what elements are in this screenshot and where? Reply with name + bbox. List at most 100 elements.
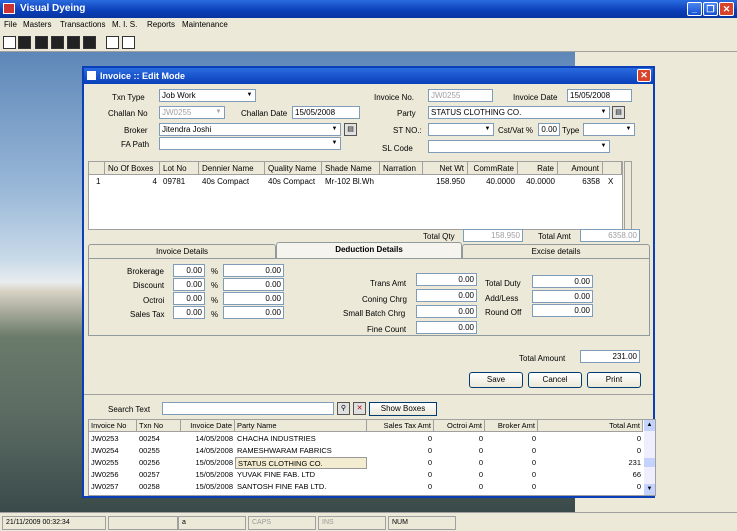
list-cell-txn-no[interactable]: 00257	[137, 469, 181, 481]
list-header[interactable]: Total Amt	[538, 420, 643, 432]
grid-header[interactable]: No Of Boxes	[105, 162, 160, 175]
grid-cell-boxes[interactable]: 4	[105, 176, 160, 188]
discount-amt-field[interactable]: 0.00	[223, 278, 284, 291]
list-cell-txn-no[interactable]: 00258	[137, 481, 181, 493]
invoice-no-field[interactable]: JW0255	[428, 89, 493, 102]
grid-cell-shade[interactable]: Mr-102 Bl.Wh	[322, 176, 380, 188]
list-cell-total-amt[interactable]: 0	[538, 481, 643, 493]
list-cell-invoice-date[interactable]: 14/05/2008	[181, 433, 235, 445]
grid-cell-rate[interactable]: 40.0000	[518, 176, 558, 188]
grid-header[interactable]: Rate	[518, 162, 558, 175]
party-lookup-icon[interactable]: ▤	[612, 106, 625, 119]
list-cell-invoice-date[interactable]: 14/05/2008	[181, 445, 235, 457]
close-button[interactable]: ✕	[719, 2, 734, 16]
trans-amt-field[interactable]: 0.00	[416, 273, 477, 286]
list-cell-octroi-amt[interactable]: 0	[434, 469, 485, 481]
type-select[interactable]: ▼	[583, 123, 635, 136]
list-cell-party-name[interactable]: YUVAK FINE FAB. LTD	[235, 469, 367, 481]
list-cell-invoice-date[interactable]: 15/05/2008	[181, 457, 235, 469]
list-cell-total-amt[interactable]: 231	[538, 457, 643, 469]
list-header[interactable]: Broker Amt	[485, 420, 538, 432]
grid-cell-commrate[interactable]: 40.0000	[468, 176, 518, 188]
list-cell-sales-tax-amt[interactable]: 0	[367, 481, 434, 493]
list-cell-txn-no[interactable]: 00256	[137, 457, 181, 469]
grid-cell-netwt[interactable]: 158.950	[423, 176, 468, 188]
menu-maintenance[interactable]: Maintenance	[182, 20, 228, 29]
list-cell-invoice-no[interactable]: JW0254	[89, 445, 137, 457]
fine-count-field[interactable]: 0.00	[416, 321, 477, 334]
total-duty-field[interactable]: 0.00	[532, 275, 593, 288]
list-header[interactable]: Invoice No	[89, 420, 137, 432]
menu-masters[interactable]: Masters	[23, 20, 51, 29]
grid-cell-lot[interactable]: 09781	[160, 176, 199, 188]
grid-cell-narration[interactable]	[380, 176, 423, 188]
list-cell-invoice-date[interactable]: 15/05/2008	[181, 469, 235, 481]
next-record-icon[interactable]	[67, 36, 80, 49]
list-scrollbar[interactable]: ▲ ▼	[644, 420, 655, 495]
cancel-button[interactable]: Cancel	[528, 372, 582, 388]
invoice-list-grid[interactable]: Invoice No Txn No Invoice Date Party Nam…	[88, 419, 656, 496]
txn-type-select[interactable]: Job Work ▼	[159, 89, 256, 102]
grid-header[interactable]: CommRate	[468, 162, 518, 175]
search-input[interactable]	[162, 402, 334, 415]
challan-no-select[interactable]: JW0255 ▼	[159, 106, 225, 119]
print-icon[interactable]	[106, 36, 119, 49]
list-cell-txn-no[interactable]: 00255	[137, 445, 181, 457]
invoice-date-field[interactable]: 15/05/2008	[567, 89, 632, 102]
octroi-pct-field[interactable]: 0.00	[173, 292, 205, 305]
list-cell-invoice-no[interactable]: JW0256	[89, 469, 137, 481]
list-cell-octroi-amt[interactable]: 0	[434, 481, 485, 493]
coning-field[interactable]: 0.00	[416, 289, 477, 302]
grid-header[interactable]: Dennier Name	[199, 162, 265, 175]
list-cell-broker-amt[interactable]: 0	[485, 445, 538, 457]
octroi-amt-field[interactable]: 0.00	[223, 292, 284, 305]
grid-header[interactable]: Amount	[558, 162, 603, 175]
list-cell-party-name[interactable]: STATUS CLOTHING CO.	[235, 457, 367, 469]
list-cell-sales-tax-amt[interactable]: 0	[367, 469, 434, 481]
menu-file[interactable]: File	[4, 20, 17, 29]
round-off-field[interactable]: 0.00	[532, 304, 593, 317]
list-cell-broker-amt[interactable]: 0	[485, 433, 538, 445]
grid-header[interactable]: Quality Name	[265, 162, 322, 175]
small-batch-field[interactable]: 0.00	[416, 305, 477, 318]
list-cell-sales-tax-amt[interactable]: 0	[367, 433, 434, 445]
list-cell-invoice-no[interactable]: JW0255	[89, 457, 137, 469]
grid-header[interactable]: Narration	[380, 162, 423, 175]
filter-icon[interactable]: ⚲	[337, 402, 350, 415]
brokerage-pct-field[interactable]: 0.00	[173, 264, 205, 277]
minimize-button[interactable]: _	[687, 2, 702, 16]
print-button[interactable]: Print	[587, 372, 641, 388]
report-icon[interactable]	[122, 36, 135, 49]
list-cell-invoice-no[interactable]: JW0253	[89, 433, 137, 445]
sales-tax-pct-field[interactable]: 0.00	[173, 306, 205, 319]
list-cell-broker-amt[interactable]: 0	[485, 469, 538, 481]
clear-filter-icon[interactable]: ✕	[353, 402, 366, 415]
dialog-close-button[interactable]: ✕	[637, 69, 651, 82]
scroll-up-icon[interactable]: ▲	[644, 420, 655, 431]
cst-vat-field[interactable]: 0.00	[538, 123, 560, 136]
menu-mis[interactable]: M. I. S.	[112, 20, 137, 29]
save-button[interactable]: Save	[469, 372, 523, 388]
list-cell-total-amt[interactable]: 66	[538, 469, 643, 481]
list-cell-total-amt[interactable]: 0	[538, 433, 643, 445]
list-cell-invoice-date[interactable]: 15/05/2008	[181, 481, 235, 493]
grid-header[interactable]: Shade Name	[322, 162, 380, 175]
tab-deduction-details[interactable]: Deduction Details	[276, 242, 462, 259]
delete-row-icon[interactable]: X	[605, 176, 617, 188]
st-no-select[interactable]: ▼	[428, 123, 494, 136]
items-scrollbar[interactable]	[624, 161, 632, 230]
list-cell-party-name[interactable]: SANTOSH FINE FAB LTD.	[235, 481, 367, 493]
list-cell-broker-amt[interactable]: 0	[485, 457, 538, 469]
restore-button[interactable]: ❐	[703, 2, 718, 16]
scroll-down-icon[interactable]: ▼	[644, 484, 655, 495]
fa-path-select[interactable]: ▼	[159, 137, 341, 150]
grid-header[interactable]: Net Wt	[423, 162, 468, 175]
list-header[interactable]: Party Name	[235, 420, 367, 432]
list-cell-party-name[interactable]: CHACHA INDUSTRIES	[235, 433, 367, 445]
show-boxes-button[interactable]: Show Boxes	[369, 402, 437, 416]
last-record-icon[interactable]	[83, 36, 96, 49]
menu-transactions[interactable]: Transactions	[60, 20, 106, 29]
menu-reports[interactable]: Reports	[147, 20, 175, 29]
tab-excise-details[interactable]: Excise details	[462, 244, 650, 259]
list-cell-sales-tax-amt[interactable]: 0	[367, 457, 434, 469]
